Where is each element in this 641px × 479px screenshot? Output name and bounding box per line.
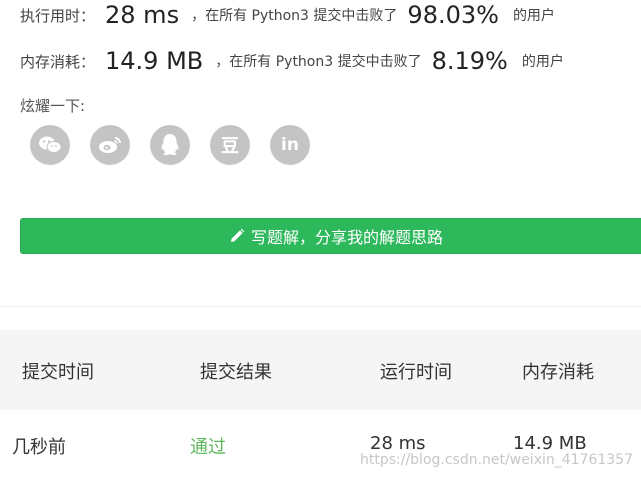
runtime-percent: 98.03% xyxy=(407,1,499,29)
write-solution-label: 写题解，分享我的解题思路 xyxy=(250,228,443,247)
share-label: 炫耀一下: xyxy=(20,97,86,115)
memory-value: 14.9 MB xyxy=(105,47,204,75)
runtime-comparison-text: ，在所有 Python3 提交中击败了 xyxy=(191,8,398,24)
wechat-icon[interactable] xyxy=(30,125,70,165)
share-icons: 豆 in xyxy=(30,125,310,165)
runtime-value: 28 ms xyxy=(105,1,180,29)
memory-stat-row: 内存消耗： 14.9 MB ，在所有 Python3 提交中击败了 8.19% … xyxy=(20,46,564,76)
weibo-icon[interactable] xyxy=(90,125,130,165)
cell-runtime: 28 ms xyxy=(370,433,426,454)
write-solution-button[interactable]: 写题解，分享我的解题思路 xyxy=(20,218,641,254)
linkedin-icon[interactable]: in xyxy=(270,125,310,165)
submissions-table-header: 提交时间 提交结果 运行时间 内存消耗 xyxy=(0,330,641,410)
section-divider xyxy=(0,306,641,307)
memory-comparison-text: ，在所有 Python3 提交中击败了 xyxy=(215,54,422,70)
qq-icon[interactable] xyxy=(150,125,190,165)
cell-submit-result-link[interactable]: 通过 xyxy=(190,433,226,459)
header-runtime: 运行时间 xyxy=(380,362,452,383)
table-row: 几秒前 通过 28 ms 14.9 MB xyxy=(0,411,641,479)
cell-submit-time: 几秒前 xyxy=(12,437,66,458)
runtime-stat-row: 执行用时： 28 ms ，在所有 Python3 提交中击败了 98.03% 的… xyxy=(20,0,555,30)
linkedin-glyph: in xyxy=(281,135,299,155)
watermark: https://blog.csdn.net/weixin_41761357 xyxy=(359,452,633,468)
pencil-icon xyxy=(230,228,245,242)
runtime-suffix: 的用户 xyxy=(512,8,555,24)
header-submit-result: 提交结果 xyxy=(200,362,272,383)
cell-memory: 14.9 MB xyxy=(513,433,587,454)
runtime-label: 执行用时： xyxy=(20,6,96,25)
memory-label: 内存消耗： xyxy=(20,52,96,71)
douban-glyph: 豆 xyxy=(221,136,239,157)
memory-percent: 8.19% xyxy=(431,47,508,75)
douban-icon[interactable]: 豆 xyxy=(210,125,250,165)
header-memory: 内存消耗 xyxy=(522,362,594,383)
header-submit-time: 提交时间 xyxy=(22,362,94,383)
memory-suffix: 的用户 xyxy=(521,54,564,70)
